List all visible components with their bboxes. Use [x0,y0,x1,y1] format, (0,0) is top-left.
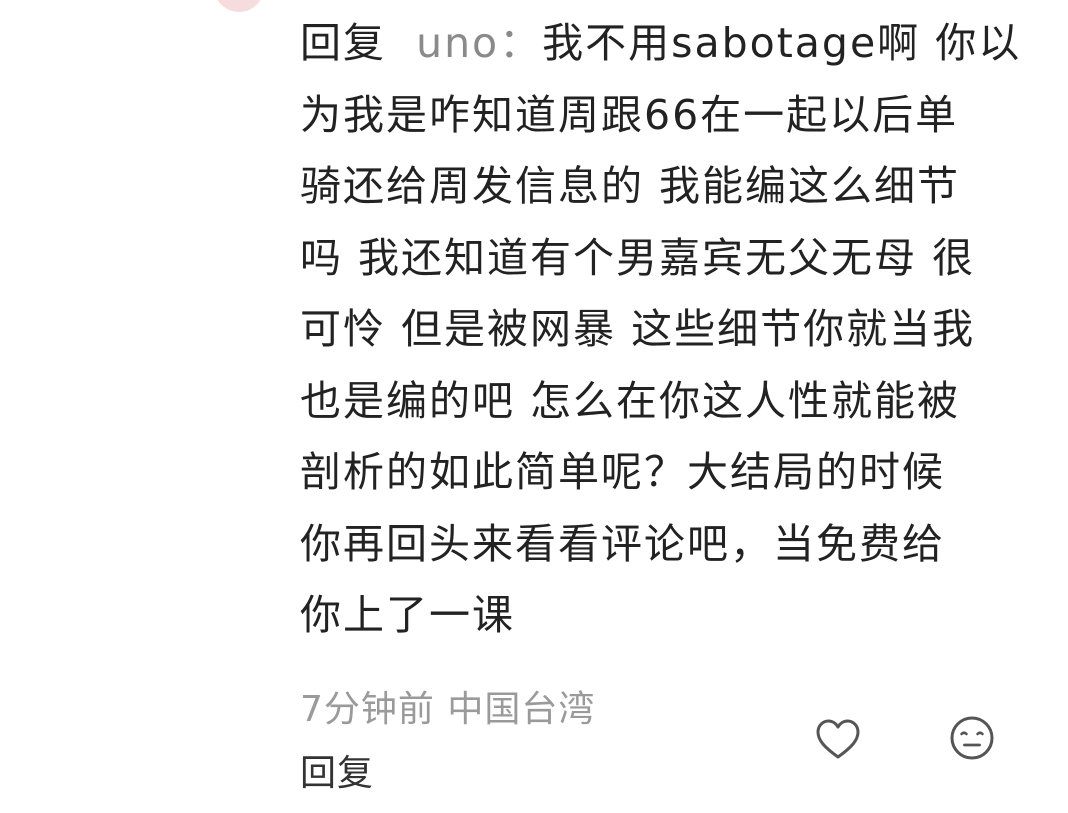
comment-text-line: 剖析的如此简单呢？大结局的时候 [300,448,945,496]
comment-timestamp: 7分钟前 [300,689,435,730]
face-svg [950,716,994,760]
heart-svg [816,719,860,759]
comment-text-line: 为我是咋知道周跟66在一起以后单 [300,90,959,139]
comment-body: 回复 uno：我不用sabotage啊 你以 为我是咋知道周跟66在一起以后单 … [300,8,1030,652]
comment-text-line: 你上了一课 [300,591,515,639]
avatar[interactable] [214,0,264,12]
reply-button[interactable]: 回复 [300,744,374,796]
reply-prefix: 回复 [300,19,386,67]
reply-to-username[interactable]: uno [416,19,499,67]
reply-separator: ： [499,19,543,67]
comment-text-line: 吗 我还知道有个男嘉宾无父无母 很 [300,233,976,282]
comment-line-1: 回复 uno：我不用sabotage啊 你以 [300,8,1030,80]
heart-outline-icon[interactable] [814,716,862,764]
comment-text-line: 可怜 但是被网暴 这些细节你就当我 [300,305,976,353]
comment-location: 中国台湾 [447,689,596,730]
comment-text-line: 骑还给周发信息的 我能编这么细节 [300,162,961,210]
comment-text-line: 我不用sabotage啊 你以 [542,19,1022,67]
comment-text-line: 你再回头来看看评论吧，当免费给 [300,519,945,568]
neutral-face-icon[interactable] [948,714,996,762]
comment-text-line: 也是编的吧 怎么在你这人性就能被 [300,376,961,425]
comment-meta: 7分钟前 中国台湾 [300,680,595,732]
